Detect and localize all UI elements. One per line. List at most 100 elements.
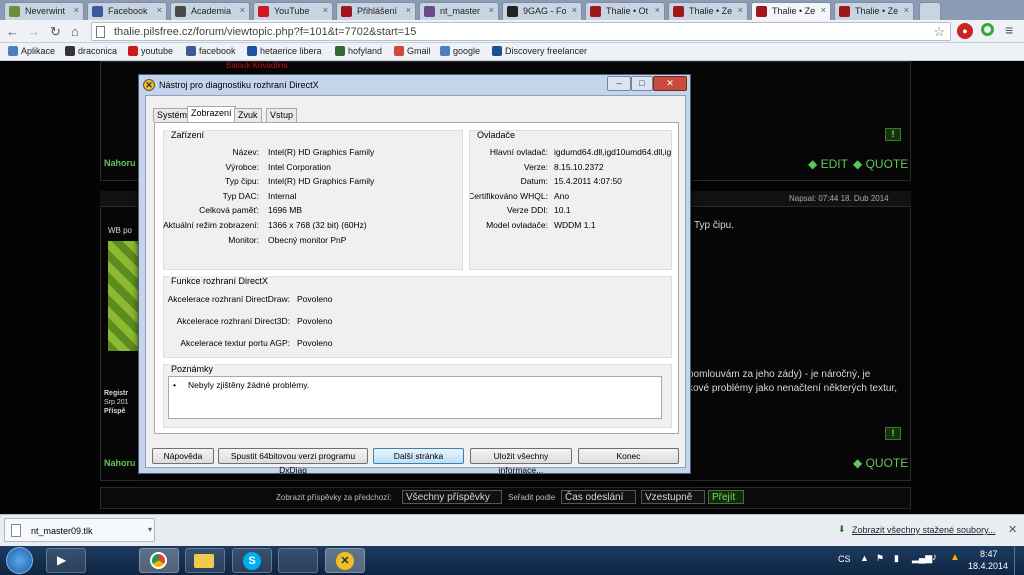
browser-tab[interactable]: Přihlášení ×	[336, 2, 416, 20]
tab-favicon-icon	[507, 6, 518, 17]
posts-label: Příspě	[104, 408, 126, 415]
driver-value: 8.15.10.2372	[554, 162, 604, 172]
sort-label: Seřadit podle	[508, 493, 556, 502]
tab-title: 9GAG - Fo	[523, 6, 567, 16]
tab-close-icon[interactable]: ×	[489, 5, 494, 15]
window-switcher-icon[interactable]	[278, 548, 318, 573]
next-page-button[interactable]: Další stránka	[373, 448, 464, 464]
bookmark-item[interactable]: Gmail	[394, 46, 431, 56]
clock-date[interactable]: 18.4.2014	[968, 561, 1008, 571]
clock-time[interactable]: 8:47	[980, 549, 998, 559]
minimize-button[interactable]: –	[607, 76, 631, 91]
help-button[interactable]: Nápověda	[152, 448, 214, 464]
back-arrow-icon[interactable]: ←	[6, 24, 19, 39]
battery-icon[interactable]: ▮	[894, 553, 899, 564]
tab-close-icon[interactable]: ×	[240, 5, 245, 15]
driver-value: WDDM 1.1	[554, 220, 596, 230]
browser-tab[interactable]: YouTube ×	[253, 2, 333, 20]
report-button[interactable]: !	[885, 427, 901, 440]
driver-value: Ano	[554, 191, 570, 201]
show-all-downloads-link[interactable]: Zobrazit všechny stažené soubory...	[852, 525, 995, 535]
bookmark-favicon-icon	[394, 46, 404, 56]
bookmark-item[interactable]: facebook	[186, 46, 236, 56]
bookmark-item[interactable]: youtube	[128, 46, 173, 56]
tab-close-icon[interactable]: ×	[406, 5, 411, 15]
browser-tab[interactable]: 9GAG - Fo ×	[502, 2, 582, 20]
sort-select[interactable]: Čas odeslání	[561, 490, 636, 504]
tab-close-icon[interactable]: ×	[821, 5, 826, 15]
tab-close-icon[interactable]: ×	[157, 5, 162, 15]
tab-close-icon[interactable]: ×	[572, 5, 577, 15]
bookmark-item[interactable]: draconica	[65, 46, 117, 56]
bookmark-star-icon[interactable]: ☆	[933, 24, 945, 40]
forward-arrow-icon[interactable]: →	[27, 24, 40, 39]
dxdiag-app-icon: ✕	[143, 79, 155, 91]
tab-close-icon[interactable]: ×	[738, 5, 743, 15]
save-all-button[interactable]: Uložit všechny informace...	[470, 448, 572, 475]
bookmark-item[interactable]: Discovery freelancer	[492, 46, 587, 56]
feature-label: Akcelerace rozhraní Direct3D:	[176, 316, 290, 326]
home-icon[interactable]: ⌂	[71, 24, 79, 39]
bookmark-favicon-icon	[128, 46, 138, 56]
browser-tab[interactable]: Academia ×	[170, 2, 250, 20]
tab-close-icon[interactable]: ×	[655, 5, 660, 15]
address-bar[interactable]: thalie.pilsfree.cz/forum/viewtopic.php?f…	[91, 22, 951, 41]
bookmark-item[interactable]: Aplikace	[8, 46, 55, 56]
chevron-down-icon[interactable]: ▾	[148, 525, 152, 534]
show-posts-select[interactable]: Všechny příspěvky	[402, 490, 502, 504]
close-button[interactable]: ✕	[653, 76, 687, 91]
tab-display[interactable]: Zobrazení	[187, 106, 236, 123]
tab-close-icon[interactable]: ×	[323, 5, 328, 15]
order-select[interactable]: Vzestupně	[641, 490, 705, 504]
tab-close-icon[interactable]: ×	[74, 5, 79, 15]
extension-stop-icon[interactable]: ●	[957, 23, 973, 39]
volume-icon[interactable]: ♪	[932, 552, 937, 563]
nahoru-link[interactable]: Nahoru	[104, 158, 136, 168]
browser-tab[interactable]: Facebook ×	[87, 2, 167, 20]
new-tab-button[interactable]	[919, 2, 941, 20]
tab-close-icon[interactable]: ×	[904, 5, 909, 15]
browser-tab[interactable]: Thalie • Ze ×	[834, 2, 914, 20]
post-author[interactable]: WB po	[108, 226, 132, 235]
browser-tab[interactable]: Thalie • Ze ×	[668, 2, 748, 20]
dxdiag-window: ✕ Nástroj pro diagnostiku rozhraní Direc…	[138, 74, 691, 475]
show-posts-label: Zobrazit příspěvky za předchozí:	[276, 493, 392, 502]
menu-icon[interactable]: ≡	[1005, 22, 1013, 38]
tab-sound[interactable]: Zvuk	[234, 108, 262, 122]
show-desktop-button[interactable]	[1014, 546, 1024, 575]
browser-tab[interactable]: Thalie • Ot ×	[585, 2, 665, 20]
device-value: Obecný monitor PnP	[268, 235, 347, 245]
reload-icon[interactable]: ↻	[50, 24, 61, 40]
bookmark-item[interactable]: hetaerice libera	[247, 46, 322, 56]
notes-textbox[interactable]: • Nebyly zjištěny žádné problémy.	[168, 376, 662, 419]
browser-tab[interactable]: Neverwint ×	[4, 2, 84, 20]
tab-input[interactable]: Vstup	[266, 108, 298, 122]
download-item[interactable]: nt_master09.tlk ▾	[4, 518, 155, 542]
close-icon[interactable]: ✕	[1008, 523, 1017, 536]
edit-link[interactable]: ◆ EDIT	[808, 157, 848, 171]
language-indicator[interactable]: CS	[838, 554, 851, 564]
start-button[interactable]	[6, 547, 33, 574]
quote-link[interactable]: ◆ QUOTE	[853, 456, 908, 470]
bookmark-item[interactable]: hofyland	[335, 46, 382, 56]
browser-tab[interactable]: nt_master ×	[419, 2, 499, 20]
dxdiag-logo-icon: ✕	[336, 552, 354, 570]
device-label: Monitor:	[228, 235, 259, 245]
report-button[interactable]: !	[885, 128, 901, 141]
browser-tab[interactable]: Thalie • Ze ×	[751, 2, 831, 20]
extension-ring-icon[interactable]	[981, 23, 994, 36]
go-button[interactable]: Přejít	[708, 490, 744, 504]
quote-link[interactable]: ◆ QUOTE	[853, 157, 908, 171]
maximize-button[interactable]: □	[631, 76, 653, 91]
exit-button[interactable]: Konec	[578, 448, 679, 464]
tab-system[interactable]: Systém	[153, 108, 192, 122]
network-icon[interactable]: ▂▄▆	[912, 553, 932, 564]
bookmarks-bar: Aplikace draconica youtube facebook hetaeric…	[0, 43, 1024, 61]
tab-title: nt_master	[440, 6, 481, 16]
tray-expand-icon[interactable]: ▲	[860, 553, 869, 563]
run-64bit-button[interactable]: Spustit 64bitovou verzi programu DxDiag	[218, 448, 368, 475]
tray-flag-icon[interactable]: ⚑	[876, 553, 884, 564]
bookmark-item[interactable]: google	[440, 46, 480, 56]
nahoru-link[interactable]: Nahoru	[104, 458, 136, 468]
updates-icon[interactable]: ▲	[950, 552, 960, 563]
